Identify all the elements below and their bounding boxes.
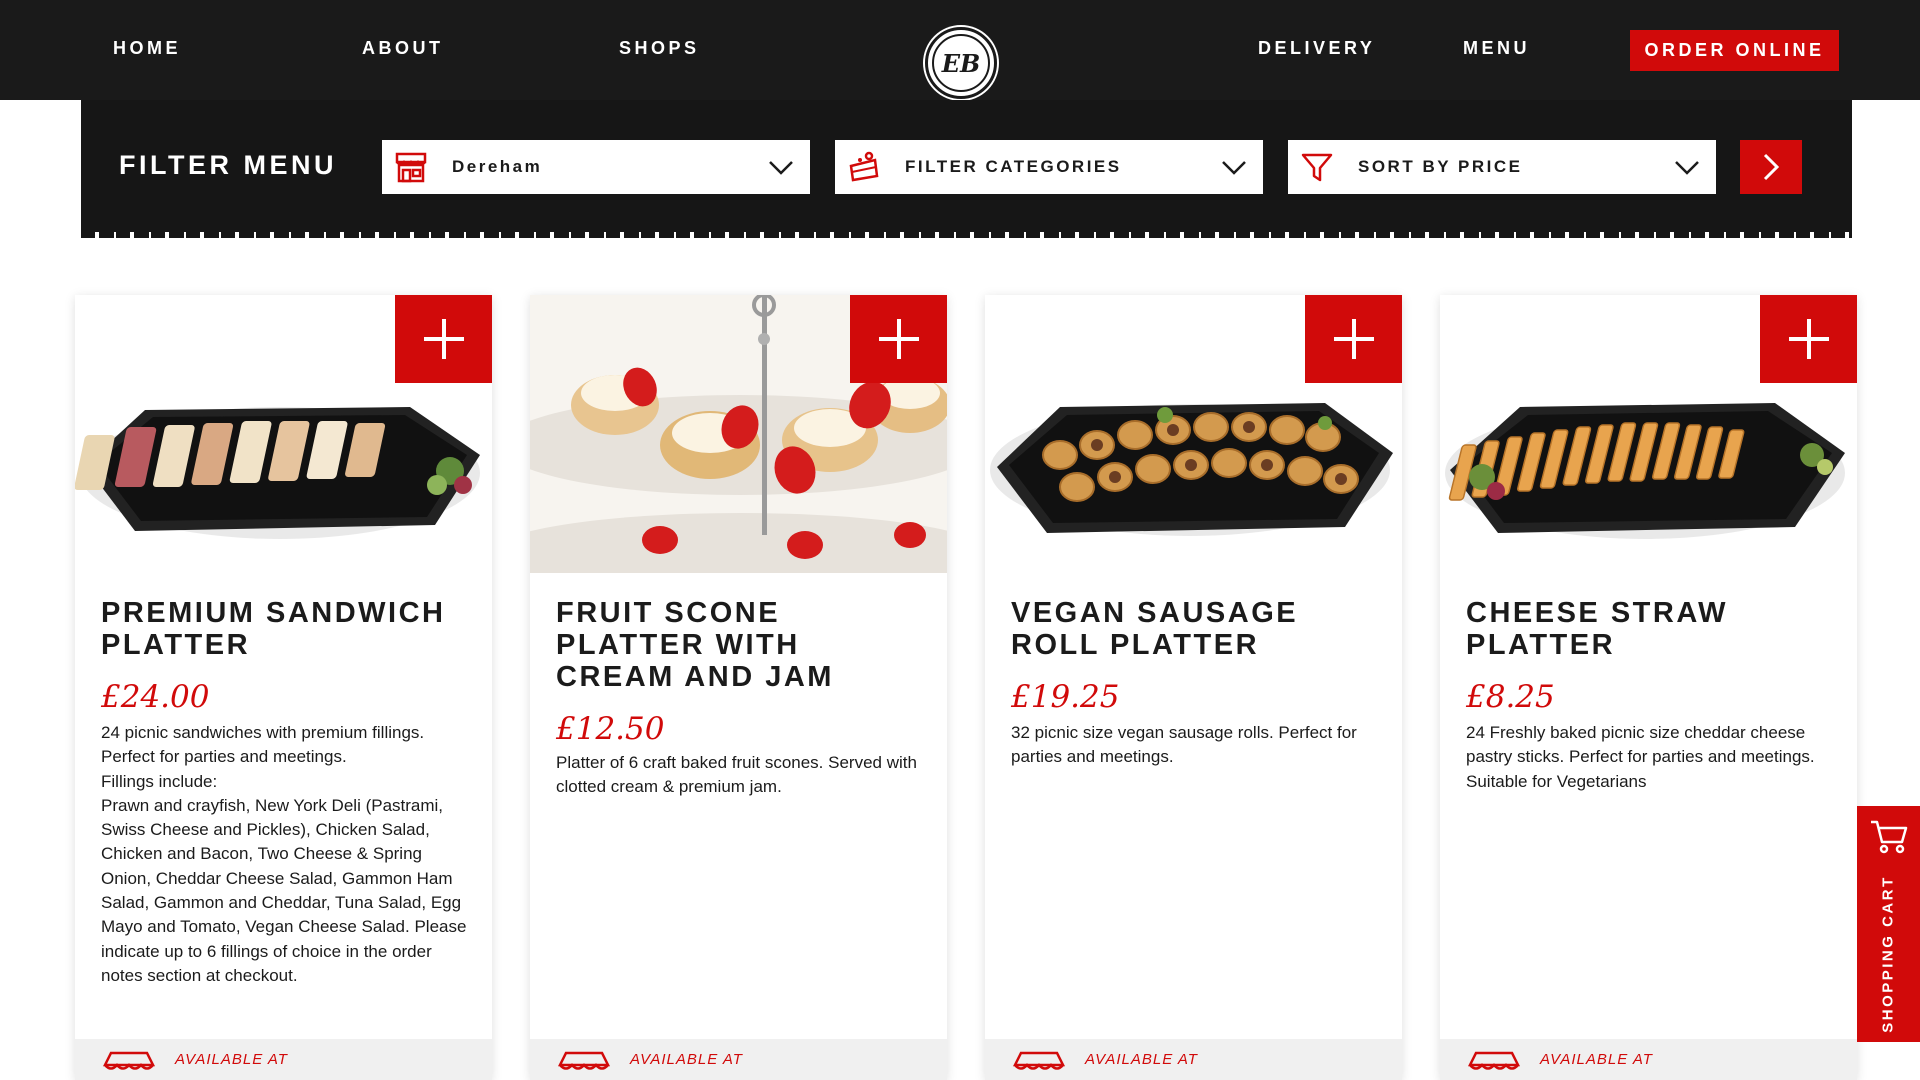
chevron-down-icon xyxy=(1222,161,1246,175)
sort-select[interactable]: SORT BY PRICE xyxy=(1288,140,1716,194)
nav-shops-link[interactable]: SHOPS xyxy=(619,38,700,59)
product-description: 24 Freshly baked picnic size cheddar che… xyxy=(1466,723,1815,791)
filter-menu-title: FILTER MENU xyxy=(119,150,337,180)
location-select-value: Dereham xyxy=(452,157,543,176)
availability-label: AVAILABLE AT xyxy=(175,1051,288,1068)
chevron-right-icon xyxy=(1763,153,1780,181)
shop-icon xyxy=(395,152,427,183)
plus-icon xyxy=(423,319,464,359)
nav-menu-link[interactable]: MENU xyxy=(1463,38,1530,59)
top-navigation: HOME ABOUT SHOPS EB DELIVERY MENU ORDER … xyxy=(0,0,1920,100)
plus-icon xyxy=(1788,319,1829,359)
product-description: 32 picnic size vegan sausage rolls. Perf… xyxy=(1011,723,1357,767)
product-title: CHEESE STRAW PLATTER xyxy=(1466,597,1729,661)
availability-footer: AVAILABLE AT xyxy=(985,1039,1402,1080)
categories-select[interactable]: FILTER CATEGORIES xyxy=(835,140,1263,194)
nav-about-link[interactable]: ABOUT xyxy=(362,38,444,59)
nav-delivery-link[interactable]: DELIVERY xyxy=(1258,38,1375,59)
product-price: £12.50 xyxy=(556,711,665,747)
filter-bar: FILTER MENU Dereham FILTER CATEGORIES SO… xyxy=(81,100,1852,238)
plus-icon xyxy=(1333,319,1374,359)
order-online-button[interactable]: ORDER ONLINE xyxy=(1630,30,1839,71)
availability-footer: AVAILABLE AT xyxy=(75,1039,492,1080)
product-card[interactable]: VEGAN SAUSAGE ROLL PLATTER £19.25 32 pic… xyxy=(985,295,1402,1080)
store-awning-icon xyxy=(102,1051,156,1070)
product-title: FRUIT SCONE PLATTER WITH CREAM AND JAM xyxy=(556,597,834,693)
availability-label: AVAILABLE AT xyxy=(1540,1051,1653,1068)
product-price: £19.25 xyxy=(1011,679,1120,715)
add-to-cart-button[interactable] xyxy=(1305,295,1402,383)
brand-logo-icon[interactable]: EB xyxy=(925,27,997,99)
product-card[interactable]: CHEESE STRAW PLATTER £8.25 24 Freshly ba… xyxy=(1440,295,1857,1080)
logo-text: EB xyxy=(932,34,990,92)
availability-label: AVAILABLE AT xyxy=(630,1051,743,1068)
nav-home-link[interactable]: HOME xyxy=(113,38,181,59)
store-awning-icon xyxy=(557,1051,611,1070)
add-to-cart-button[interactable] xyxy=(850,295,947,383)
shopping-cart-label: SHOPPING CART xyxy=(1879,875,1897,1033)
product-card[interactable]: FRUIT SCONE PLATTER WITH CREAM AND JAM £… xyxy=(530,295,947,1080)
product-description: Platter of 6 craft baked fruit scones. S… xyxy=(556,753,917,797)
availability-label: AVAILABLE AT xyxy=(1085,1051,1198,1068)
product-description: 24 picnic sandwiches with premium fillin… xyxy=(101,723,467,985)
chevron-down-icon xyxy=(1675,161,1699,175)
product-title: PREMIUM SANDWICH PLATTER xyxy=(101,597,446,661)
product-price: £24.00 xyxy=(101,679,210,715)
add-to-cart-button[interactable] xyxy=(395,295,492,383)
location-select[interactable]: Dereham xyxy=(382,140,810,194)
product-card[interactable]: PREMIUM SANDWICH PLATTER £24.00 24 picni… xyxy=(75,295,492,1080)
funnel-icon xyxy=(1301,153,1333,182)
shopping-cart-tab[interactable]: SHOPPING CART xyxy=(1857,806,1920,1042)
chevron-down-icon xyxy=(769,161,793,175)
store-awning-icon xyxy=(1467,1051,1521,1070)
availability-footer: AVAILABLE AT xyxy=(1440,1039,1857,1080)
categories-select-value: FILTER CATEGORIES xyxy=(905,157,1122,176)
plus-icon xyxy=(878,319,919,359)
apply-filter-button[interactable] xyxy=(1740,140,1802,194)
cake-icon xyxy=(849,151,879,182)
product-price: £8.25 xyxy=(1466,679,1555,715)
sort-select-value: SORT BY PRICE xyxy=(1358,157,1523,176)
add-to-cart-button[interactable] xyxy=(1760,295,1857,383)
product-title: VEGAN SAUSAGE ROLL PLATTER xyxy=(1011,597,1299,661)
store-awning-icon xyxy=(1012,1051,1066,1070)
cart-icon xyxy=(1871,820,1908,854)
availability-footer: AVAILABLE AT xyxy=(530,1039,947,1080)
